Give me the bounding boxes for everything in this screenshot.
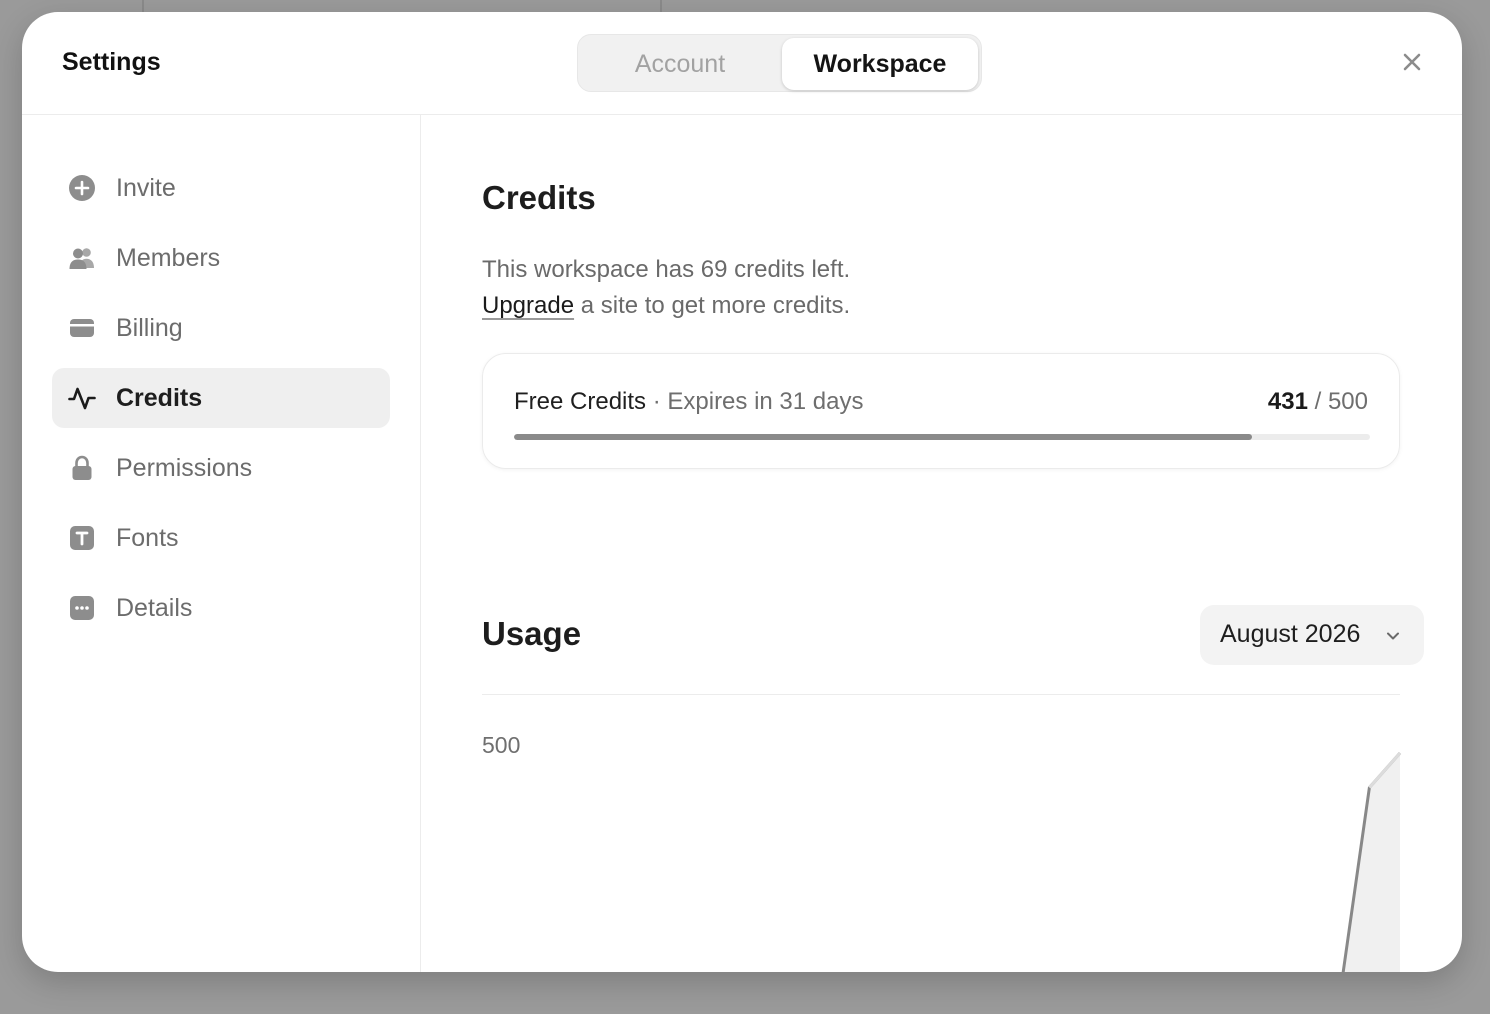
modal-header: Settings Account Workspace (22, 12, 1462, 115)
activity-icon (68, 387, 96, 410)
lock-icon (72, 455, 92, 480)
sidebar-item-label: Fonts (116, 524, 179, 552)
credits-total: / 500 (1307, 388, 1368, 415)
credit-progress-bar (514, 434, 1370, 440)
upgrade-text: Upgrade a site to get more credits. (482, 292, 850, 320)
users-icon (69, 248, 94, 269)
sidebar-item-label: Permissions (116, 454, 253, 482)
sidebar-item-label: Invite (116, 174, 176, 202)
usage-area (1343, 753, 1400, 972)
sidebar-item-members[interactable]: Members (52, 228, 390, 288)
credit-expiry: · Expires in 31 days (646, 388, 864, 415)
more-icon (70, 596, 94, 620)
modal-title: Settings (62, 48, 161, 76)
sidebar-item-label: Members (116, 244, 221, 272)
sidebar-item-credits[interactable]: Credits (52, 368, 390, 428)
month-select[interactable]: August 2026 (1200, 605, 1424, 665)
sidebar-item-details[interactable]: Details (52, 578, 390, 638)
credit-plan-name: Free Credits (514, 388, 647, 415)
credit-count: 431 / 500 (1268, 388, 1368, 416)
sidebar-item-fonts[interactable]: Fonts (52, 508, 390, 568)
text-icon (70, 526, 94, 550)
close-icon[interactable] (1398, 48, 1426, 76)
credits-heading: Credits (482, 179, 596, 216)
chevron-down-icon (1387, 632, 1399, 640)
y-tick-label: 500 (482, 732, 520, 758)
sidebar: Invite Members Billing Credits Permissio… (22, 115, 421, 972)
upgrade-link[interactable]: Upgrade (482, 292, 574, 319)
credits-panel: Credits This workspace has 69 credits le… (421, 115, 1462, 972)
tab-account[interactable]: Account (581, 38, 779, 90)
credits-used: 431 (1267, 388, 1308, 415)
credit-card-icon (70, 319, 94, 337)
sidebar-item-billing[interactable]: Billing (52, 298, 390, 358)
tab-switcher: Account Workspace (577, 34, 982, 92)
credits-remaining-text: This workspace has 69 credits left. (482, 256, 851, 283)
credit-progress-fill (514, 434, 1252, 440)
free-credits-card: Free Credits · Expires in 31 days 431 / … (482, 353, 1400, 469)
sidebar-item-label: Credits (116, 384, 203, 412)
plus-circle-icon (69, 175, 95, 201)
sidebar-item-label: Details (116, 594, 193, 622)
usage-heading: Usage (482, 615, 582, 652)
tab-workspace[interactable]: Workspace (782, 38, 978, 90)
usage-line (1341, 752, 1402, 972)
month-select-value: August 2026 (1220, 620, 1361, 648)
credit-plan-label: Free Credits · Expires in 31 days (514, 388, 863, 416)
usage-chart: 500 (482, 732, 1402, 972)
sidebar-item-invite[interactable]: Invite (52, 158, 390, 218)
sidebar-item-label: Billing (116, 314, 183, 342)
sidebar-item-permissions[interactable]: Permissions (52, 438, 390, 498)
settings-modal: Settings Account Workspace Invite Member… (22, 12, 1462, 972)
upgrade-text-rest: a site to get more credits. (574, 292, 851, 319)
